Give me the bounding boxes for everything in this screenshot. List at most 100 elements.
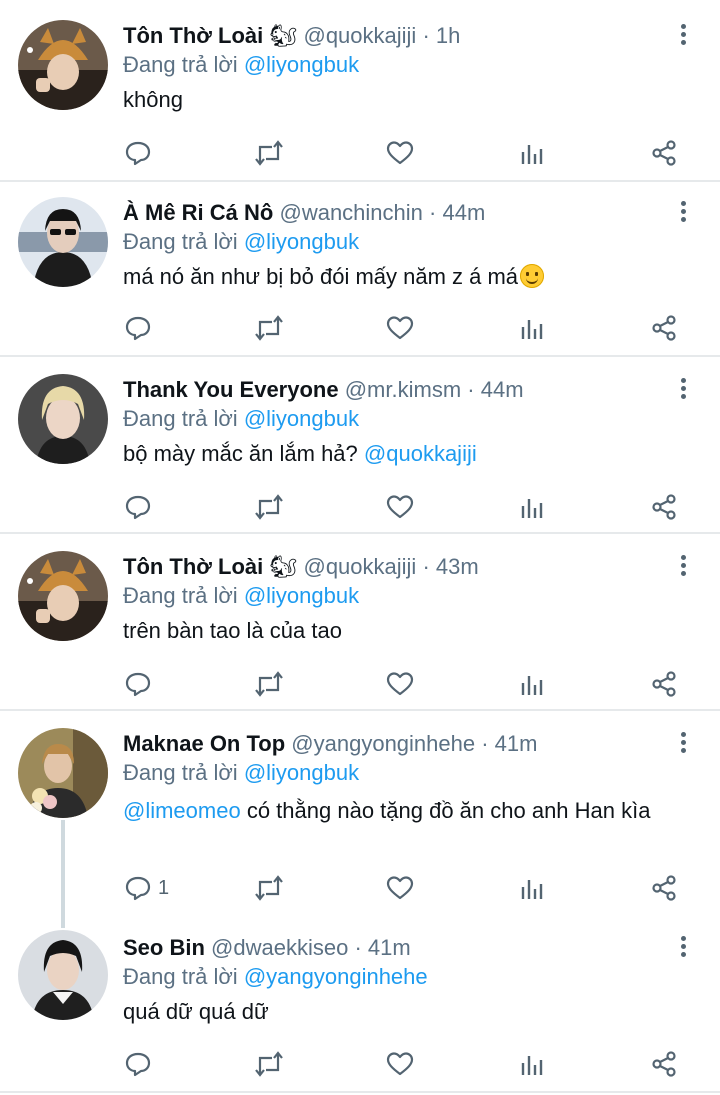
reply-icon bbox=[125, 1052, 151, 1077]
retweet-button[interactable] bbox=[254, 871, 284, 905]
handle[interactable]: @wanchinchin bbox=[279, 200, 422, 225]
replying-to-link[interactable]: @liyongbuk bbox=[244, 406, 359, 431]
timestamp[interactable]: · 1h bbox=[422, 23, 460, 48]
more-vertical-icon[interactable] bbox=[672, 201, 694, 225]
retweet-button[interactable] bbox=[254, 490, 284, 524]
replying-label: Đang trả lời bbox=[123, 406, 238, 431]
retweet-button[interactable] bbox=[254, 136, 284, 170]
tweet[interactable]: Seo Bin @dwaekkiseo · 41m Đang trả lời @… bbox=[0, 912, 720, 1095]
analytics-button[interactable] bbox=[518, 667, 546, 701]
reply-icon bbox=[125, 672, 151, 697]
tweet-text: má nó ăn như bị bỏ đói mấy năm z á má bbox=[123, 263, 693, 291]
avatar[interactable] bbox=[18, 728, 108, 818]
tweet-text: @limeomeo có thằng nào tặng đồ ăn cho an… bbox=[123, 797, 693, 825]
replying-to-link[interactable]: @liyongbuk bbox=[244, 229, 359, 254]
share-button[interactable] bbox=[650, 871, 678, 905]
tweet[interactable]: Maknae On Top @yangyonginhehe · 41m Đang… bbox=[0, 708, 720, 914]
reply-button[interactable]: 1 bbox=[124, 871, 169, 905]
heart-icon bbox=[386, 316, 414, 340]
reply-button[interactable] bbox=[124, 1047, 158, 1081]
share-button[interactable] bbox=[650, 490, 678, 524]
timestamp[interactable]: · 44m bbox=[429, 200, 485, 225]
share-icon bbox=[652, 140, 676, 166]
handle[interactable]: @quokkajiji bbox=[303, 23, 416, 48]
display-name[interactable]: Tôn Thờ Loài bbox=[123, 554, 263, 579]
retweet-icon bbox=[255, 315, 283, 341]
analytics-icon bbox=[521, 320, 543, 339]
action-bar bbox=[0, 1047, 720, 1081]
replying-to: Đang trả lời @liyongbuk bbox=[123, 581, 359, 611]
display-name[interactable]: Thank You Everyone bbox=[123, 377, 339, 402]
avatar[interactable] bbox=[18, 551, 108, 641]
handle[interactable]: @dwaekkiseo bbox=[211, 935, 348, 960]
avatar[interactable] bbox=[18, 197, 108, 287]
replying-label: Đang trả lời bbox=[123, 760, 238, 785]
avatar[interactable] bbox=[18, 930, 108, 1020]
reply-button[interactable] bbox=[124, 667, 158, 701]
share-icon bbox=[652, 1051, 676, 1077]
display-name[interactable]: Tôn Thờ Loài bbox=[123, 23, 263, 48]
display-name[interactable]: À Mê Ri Cá Nô bbox=[123, 200, 273, 225]
reply-button[interactable] bbox=[124, 311, 158, 345]
replying-to: Đang trả lời @liyongbuk bbox=[123, 227, 359, 257]
analytics-button[interactable] bbox=[518, 490, 546, 524]
like-button[interactable] bbox=[386, 311, 414, 345]
handle[interactable]: @mr.kimsm bbox=[345, 377, 461, 402]
analytics-button[interactable] bbox=[518, 871, 546, 905]
more-vertical-icon[interactable] bbox=[672, 732, 694, 756]
like-button[interactable] bbox=[386, 1047, 414, 1081]
analytics-icon bbox=[521, 1056, 543, 1075]
replying-to-link[interactable]: @liyongbuk bbox=[244, 52, 359, 77]
timestamp[interactable]: · 41m bbox=[354, 935, 410, 960]
tweet-header: Seo Bin @dwaekkiseo · 41m bbox=[123, 933, 411, 963]
analytics-button[interactable] bbox=[518, 136, 546, 170]
like-button[interactable] bbox=[386, 490, 414, 524]
tweet-header: Maknae On Top @yangyonginhehe · 41m bbox=[123, 729, 537, 759]
share-icon bbox=[652, 671, 676, 697]
tweet[interactable]: À Mê Ri Cá Nô @wanchinchin · 44m Đang tr… bbox=[0, 177, 720, 357]
like-button[interactable] bbox=[386, 871, 414, 905]
replying-to-link[interactable]: @liyongbuk bbox=[244, 583, 359, 608]
reply-feed: Tôn Thờ Loài 🐿 @quokkajiji · 1h Đang trả… bbox=[0, 0, 720, 1095]
retweet-button[interactable] bbox=[254, 311, 284, 345]
timestamp[interactable]: · 44m bbox=[467, 377, 523, 402]
tweet[interactable]: Tôn Thờ Loài 🐿 @quokkajiji · 43m Đang tr… bbox=[0, 531, 720, 711]
tweet-text-content: bộ mày mắc ăn lắm hả? bbox=[123, 441, 358, 466]
share-button[interactable] bbox=[650, 1047, 678, 1081]
mention-link[interactable]: @limeomeo bbox=[123, 798, 241, 823]
display-name[interactable]: Seo Bin bbox=[123, 935, 205, 960]
timestamp[interactable]: · 43m bbox=[422, 554, 478, 579]
more-vertical-icon[interactable] bbox=[672, 378, 694, 402]
share-button[interactable] bbox=[650, 667, 678, 701]
handle[interactable]: @quokkajiji bbox=[303, 554, 416, 579]
heart-icon bbox=[386, 672, 414, 696]
replying-to: Đang trả lời @liyongbuk bbox=[123, 50, 359, 80]
retweet-button[interactable] bbox=[254, 667, 284, 701]
replying-to: Đang trả lời @yangyonginhehe bbox=[123, 962, 428, 992]
like-button[interactable] bbox=[386, 136, 414, 170]
more-vertical-icon[interactable] bbox=[672, 936, 694, 960]
analytics-button[interactable] bbox=[518, 311, 546, 345]
replying-to-link[interactable]: @liyongbuk bbox=[244, 760, 359, 785]
reply-button[interactable] bbox=[124, 136, 158, 170]
action-bar bbox=[0, 136, 720, 170]
analytics-button[interactable] bbox=[518, 1047, 546, 1081]
replying-to-link[interactable]: @yangyonginhehe bbox=[244, 964, 428, 989]
reply-button[interactable] bbox=[124, 490, 158, 524]
share-button[interactable] bbox=[650, 311, 678, 345]
handle[interactable]: @yangyonginhehe bbox=[291, 731, 475, 756]
avatar[interactable] bbox=[18, 374, 108, 464]
display-name[interactable]: Maknae On Top bbox=[123, 731, 285, 756]
tweet-header: Tôn Thờ Loài 🐿 @quokkajiji · 43m bbox=[123, 552, 479, 582]
mention-link[interactable]: @quokkajiji bbox=[364, 441, 477, 466]
tweet[interactable]: Thank You Everyone @mr.kimsm · 44m Đang … bbox=[0, 354, 720, 534]
like-button[interactable] bbox=[386, 667, 414, 701]
tweet[interactable]: Tôn Thờ Loài 🐿 @quokkajiji · 1h Đang trả… bbox=[0, 0, 720, 182]
retweet-button[interactable] bbox=[254, 1047, 284, 1081]
share-button[interactable] bbox=[650, 136, 678, 170]
more-vertical-icon[interactable] bbox=[672, 555, 694, 579]
retweet-icon bbox=[255, 875, 283, 901]
timestamp[interactable]: · 41m bbox=[481, 731, 537, 756]
avatar[interactable] bbox=[18, 20, 108, 110]
more-vertical-icon[interactable] bbox=[672, 24, 694, 48]
